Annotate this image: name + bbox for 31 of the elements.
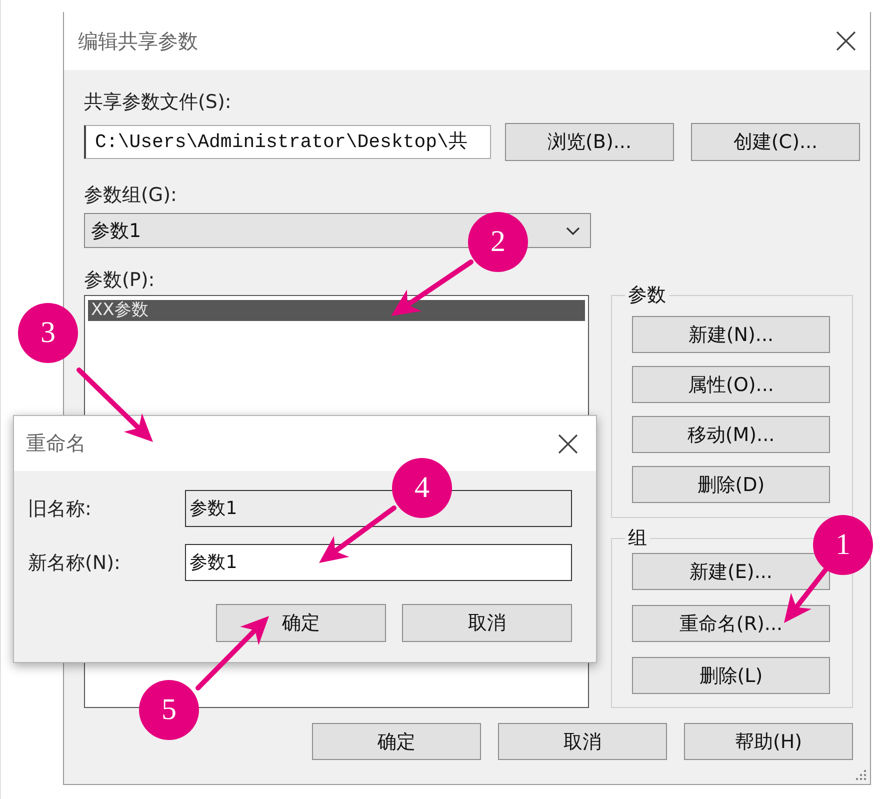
window-title: 编辑共享参数: [78, 28, 198, 54]
path-field[interactable]: C:\Users\Administrator\Desktop\共: [84, 125, 491, 159]
dialog-title: 重命名: [26, 430, 86, 457]
dialog-button[interactable]: 确定: [312, 723, 481, 760]
dialog-button[interactable]: 创建(C)...: [691, 123, 860, 161]
dialog-button[interactable]: 新建(N)...: [632, 316, 830, 353]
dialog-button[interactable]: 属性(O)...: [632, 366, 830, 403]
dialog-button[interactable]: 移动(M)...: [632, 416, 830, 453]
pointer-arrow: [784, 566, 830, 623]
group-label: 参数: [624, 283, 669, 307]
resize-grip-icon[interactable]: [855, 769, 867, 781]
dialog-button[interactable]: 取消: [402, 604, 572, 642]
close-icon[interactable]: [558, 434, 578, 454]
dialog-button[interactable]: 浏览(B)...: [505, 123, 674, 161]
field-label: 新名称(N):: [28, 550, 122, 576]
dialog-button[interactable]: 删除(D): [632, 466, 830, 503]
field-label: 共享参数文件(S):: [84, 90, 232, 114]
name-field[interactable]: 参数1: [184, 544, 572, 581]
dialog-button[interactable]: 新建(E)...: [632, 553, 830, 590]
dialog-button[interactable]: 删除(L): [632, 657, 830, 694]
dialog-button[interactable]: 确定: [216, 604, 386, 642]
dialog-button[interactable]: 帮助(H): [684, 723, 853, 760]
dialog-button[interactable]: 重命名(R)...: [632, 605, 830, 642]
field-label: 参数(P):: [84, 268, 155, 292]
close-icon[interactable]: [836, 31, 856, 51]
step-number-marker: 3: [18, 303, 78, 363]
chevron-down-icon: [566, 226, 580, 234]
field-label: 参数组(G):: [84, 183, 177, 207]
field-label: 旧名称:: [28, 496, 92, 522]
list-item[interactable]: XX参数: [88, 300, 585, 321]
dialog-button[interactable]: 取消: [498, 723, 667, 760]
